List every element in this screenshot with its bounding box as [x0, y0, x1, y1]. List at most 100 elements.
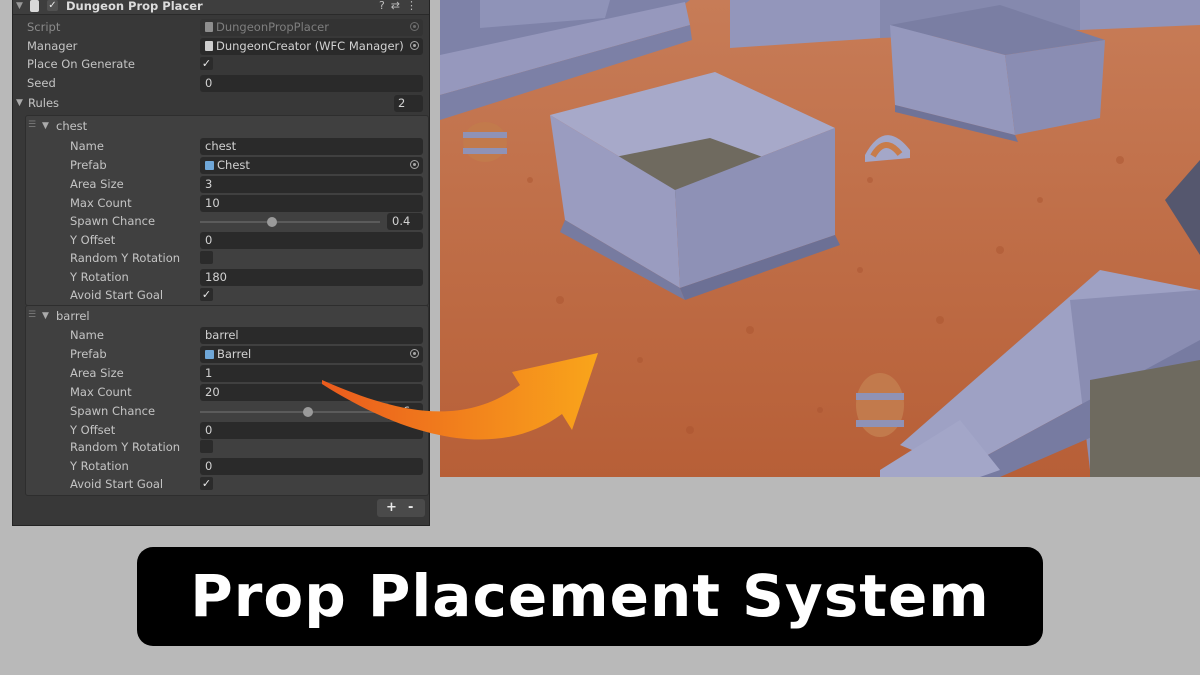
prefab-cube-icon	[205, 161, 214, 170]
name-label: Name	[70, 328, 104, 342]
prefab-value: Barrel	[217, 347, 252, 361]
y-rotation-field[interactable]: 0	[200, 458, 423, 475]
name-row: Name chest	[13, 138, 429, 157]
list-footer: + -	[377, 499, 425, 517]
spawn-chance-slider-knob[interactable]	[267, 217, 277, 227]
seed-row: Seed 0	[13, 75, 429, 94]
inspector-panel: ▼ ✓ Dungeon Prop Placer ?⇄⋮ Script Dunge…	[13, 0, 429, 525]
prefab-cube-icon	[205, 350, 214, 359]
random-y-rotation-checkbox[interactable]	[200, 251, 213, 264]
foldout-arrow-icon[interactable]: ▼	[42, 311, 49, 321]
drag-handle-icon[interactable]: ☰	[28, 120, 36, 130]
rules-foldout-arrow-icon[interactable]: ▼	[16, 98, 23, 108]
rule-header-chest[interactable]: ☰ ▼ chest	[13, 118, 429, 137]
area-size-field[interactable]: 1	[200, 365, 423, 382]
area-size-field[interactable]: 3	[200, 176, 423, 193]
y-rotation-label: Y Rotation	[70, 459, 129, 473]
preset-icon[interactable]: ⇄	[391, 0, 406, 12]
component-header[interactable]: ▼ ✓ Dungeon Prop Placer ?⇄⋮	[13, 0, 429, 15]
title-banner: Prop Placement System	[137, 547, 1043, 646]
spawn-chance-label: Spawn Chance	[70, 214, 156, 228]
object-picker-icon[interactable]	[410, 41, 419, 50]
prefab-field[interactable]: Barrel	[200, 346, 423, 363]
place-on-generate-row: Place On Generate ✓	[13, 56, 429, 75]
manager-label: Manager	[27, 39, 78, 53]
object-picker-icon[interactable]	[410, 160, 419, 169]
remove-element-button[interactable]: -	[408, 499, 413, 517]
drag-handle-icon[interactable]: ☰	[28, 310, 36, 320]
script-icon	[30, 0, 39, 12]
y-rotation-label: Y Rotation	[70, 270, 129, 284]
rule-header-barrel[interactable]: ☰ ▼ barrel	[13, 308, 429, 327]
spawn-chance-field[interactable]: 0.4	[387, 213, 423, 230]
spawn-chance-label: Spawn Chance	[70, 404, 156, 418]
script-label: Script	[27, 20, 61, 34]
manager-field[interactable]: DungeonCreator (WFC Manager)	[200, 38, 423, 55]
script-field: DungeonPropPlacer	[200, 19, 423, 36]
component-enable-checkbox[interactable]: ✓	[47, 0, 58, 11]
spawn-chance-slider-knob[interactable]	[303, 407, 313, 417]
y-rotation-field[interactable]: 180	[200, 269, 423, 286]
random-y-rotation-label: Random Y Rotation	[70, 440, 181, 454]
script-file-icon	[205, 22, 213, 32]
prefab-field[interactable]: Chest	[200, 157, 423, 174]
scene-view	[440, 0, 1200, 477]
max-count-field[interactable]: 20	[200, 384, 423, 401]
area-size-label: Area Size	[70, 366, 124, 380]
place-on-generate-label: Place On Generate	[27, 57, 135, 71]
spawn-chance-row: Spawn Chance 0.4	[13, 213, 429, 232]
kebab-menu-icon[interactable]: ⋮	[406, 0, 423, 12]
name-label: Name	[70, 139, 104, 153]
help-icon[interactable]: ?	[379, 0, 391, 12]
area-size-row: Area Size 3	[13, 176, 429, 195]
script-row: Script DungeonPropPlacer	[13, 19, 429, 38]
place-on-generate-checkbox[interactable]: ✓	[200, 57, 213, 70]
prefab-label: Prefab	[70, 158, 107, 172]
foldout-arrow-icon[interactable]: ▼	[16, 1, 23, 11]
rules-label: Rules	[28, 96, 60, 110]
add-element-button[interactable]: +	[386, 499, 397, 517]
avoid-start-goal-row: Avoid Start Goal ✓	[13, 287, 429, 306]
barrel-prop	[463, 122, 507, 162]
y-offset-field[interactable]: 0	[200, 232, 423, 249]
avoid-start-goal-label: Avoid Start Goal	[70, 288, 164, 302]
spawn-chance-slider[interactable]	[200, 411, 380, 413]
name-row: Name barrel	[13, 327, 429, 346]
spawn-chance-row: Spawn Chance 0.6	[13, 403, 429, 422]
seed-field[interactable]: 0	[200, 75, 423, 92]
manager-row: Manager DungeonCreator (WFC Manager)	[13, 38, 429, 57]
prefab-label: Prefab	[70, 347, 107, 361]
prefab-row: Prefab Chest	[13, 157, 429, 176]
avoid-start-goal-label: Avoid Start Goal	[70, 477, 164, 491]
script-value: DungeonPropPlacer	[216, 20, 329, 34]
max-count-row: Max Count 20	[13, 384, 429, 403]
random-y-rotation-row: Random Y Rotation	[13, 250, 429, 269]
foldout-arrow-icon[interactable]: ▼	[42, 121, 49, 131]
max-count-label: Max Count	[70, 385, 132, 399]
name-field[interactable]: chest	[200, 138, 423, 155]
y-rotation-row: Y Rotation 180	[13, 269, 429, 288]
spawn-chance-field[interactable]: 0.6	[387, 403, 423, 420]
random-y-rotation-label: Random Y Rotation	[70, 251, 181, 265]
max-count-label: Max Count	[70, 196, 132, 210]
area-size-label: Area Size	[70, 177, 124, 191]
seed-label: Seed	[27, 76, 56, 90]
avoid-start-goal-checkbox[interactable]: ✓	[200, 288, 213, 301]
random-y-rotation-checkbox[interactable]	[200, 440, 213, 453]
manager-value: DungeonCreator (WFC Manager)	[216, 39, 404, 53]
y-rotation-row: Y Rotation 0	[13, 458, 429, 477]
rules-count-field[interactable]: 2	[394, 95, 423, 112]
avoid-start-goal-checkbox[interactable]: ✓	[200, 477, 213, 490]
rules-row[interactable]: ▼ Rules 2	[13, 95, 429, 114]
avoid-start-goal-row: Avoid Start Goal ✓	[13, 476, 429, 495]
y-offset-row: Y Offset 0	[13, 232, 429, 251]
name-field[interactable]: barrel	[200, 327, 423, 344]
header-icons[interactable]: ?⇄⋮	[379, 0, 423, 12]
max-count-field[interactable]: 10	[200, 195, 423, 212]
spawn-chance-slider[interactable]	[200, 221, 380, 223]
component-title: Dungeon Prop Placer	[66, 0, 203, 13]
y-offset-field[interactable]: 0	[200, 422, 423, 439]
object-picker-icon[interactable]	[410, 349, 419, 358]
area-size-row: Area Size 1	[13, 365, 429, 384]
rule-header-label: chest	[56, 119, 88, 133]
